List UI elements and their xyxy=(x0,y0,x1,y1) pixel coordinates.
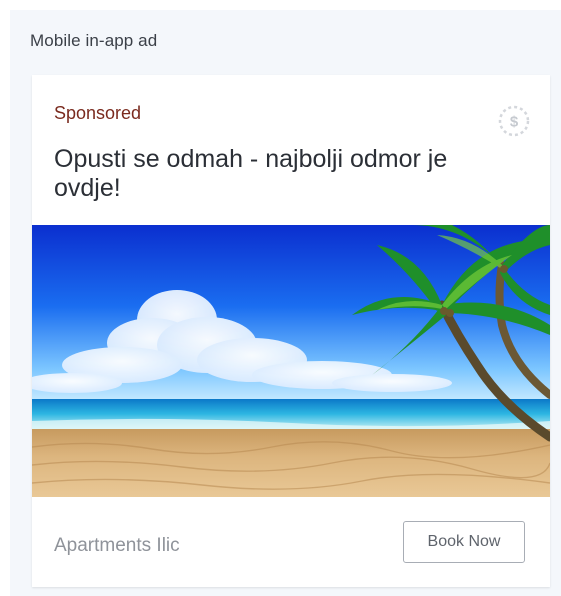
ad-dollar-badge-icon: $ xyxy=(494,101,534,141)
beach-palm-image[interactable] xyxy=(32,225,550,497)
badge-symbol: $ xyxy=(510,114,519,131)
advertiser-name: Apartments Ilic xyxy=(54,535,180,556)
ad-preview-frame: Mobile in-app ad Sponsored $ Opusti se o… xyxy=(10,10,561,596)
sponsored-label: Sponsored xyxy=(54,103,142,123)
ad-headline[interactable]: Opusti se odmah - najbolji odmor je ovdj… xyxy=(54,145,454,203)
book-now-button[interactable]: Book Now xyxy=(403,521,525,563)
ad-card[interactable]: Sponsored $ Opusti se odmah - najbolji o… xyxy=(32,75,550,587)
preview-title: Mobile in-app ad xyxy=(30,31,158,50)
